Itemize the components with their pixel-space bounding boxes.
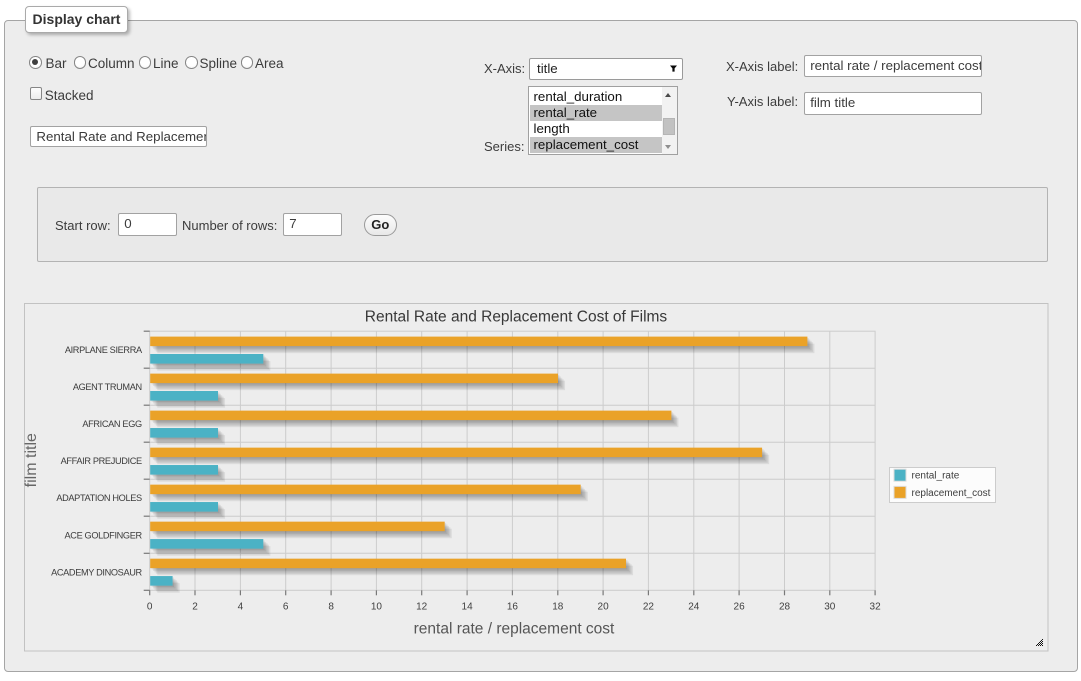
svg-text:32: 32: [870, 602, 882, 613]
svg-text:28: 28: [779, 602, 791, 613]
svg-text:AFRICAN EGG: AFRICAN EGG: [82, 419, 142, 429]
svg-text:rental_rate: rental_rate: [912, 471, 960, 482]
svg-text:30: 30: [824, 602, 836, 613]
svg-text:AFFAIR PREJUDICE: AFFAIR PREJUDICE: [61, 456, 142, 466]
svg-text:film title: film title: [23, 433, 40, 487]
svg-text:10: 10: [371, 602, 383, 613]
svg-text:replacement_cost: replacement_cost: [912, 488, 991, 499]
svg-text:2: 2: [192, 602, 198, 613]
svg-text:AGENT TRUMAN: AGENT TRUMAN: [73, 382, 142, 392]
svg-text:Rental Rate and Replacement Co: Rental Rate and Replacement Cost of Film…: [365, 308, 668, 325]
svg-text:ACE GOLDFINGER: ACE GOLDFINGER: [65, 530, 143, 540]
svg-text:AIRPLANE SIERRA: AIRPLANE SIERRA: [65, 345, 143, 355]
svg-text:16: 16: [507, 602, 519, 613]
svg-text:26: 26: [734, 602, 746, 613]
svg-text:14: 14: [462, 602, 474, 613]
svg-text:ADAPTATION HOLES: ADAPTATION HOLES: [56, 493, 142, 503]
svg-text:22: 22: [643, 602, 655, 613]
svg-text:6: 6: [283, 602, 289, 613]
svg-text:rental rate / replacement cost: rental rate / replacement cost: [414, 621, 615, 638]
svg-text:0: 0: [147, 602, 153, 613]
svg-text:24: 24: [688, 602, 700, 613]
svg-text:12: 12: [416, 602, 428, 613]
svg-text:ACADEMY DINOSAUR: ACADEMY DINOSAUR: [51, 567, 142, 577]
svg-text:18: 18: [552, 602, 564, 613]
svg-text:8: 8: [328, 602, 334, 613]
svg-text:20: 20: [598, 602, 610, 613]
svg-text:4: 4: [238, 602, 244, 613]
